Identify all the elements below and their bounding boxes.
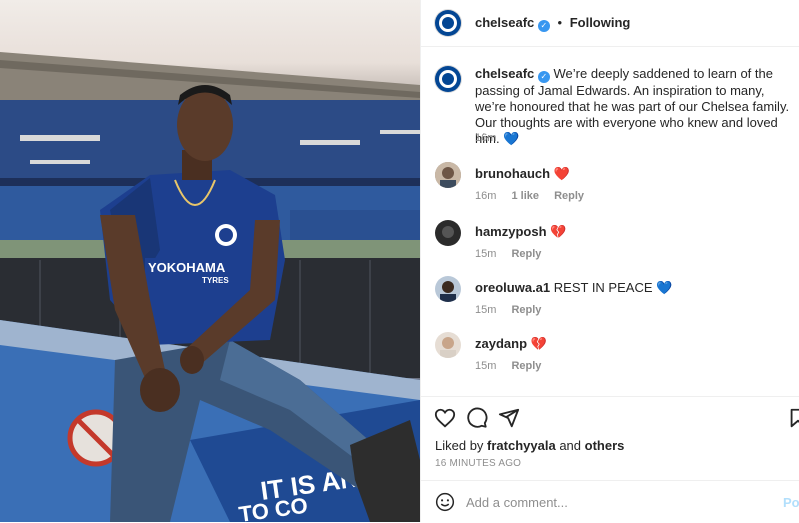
comment-item: oreoluwa.a1 REST IN PEACE 💙 15m Reply — [421, 276, 799, 326]
comment-line: hamzyposh 💔 — [475, 224, 566, 240]
chelsea-avatar[interactable] — [435, 10, 461, 36]
emoji-icon[interactable] — [435, 492, 455, 512]
comment-time[interactable]: 16m — [475, 190, 496, 202]
comment-text: 💔 — [530, 336, 547, 351]
likes-others[interactable]: others — [585, 438, 625, 453]
comment-input[interactable]: Add a comment... — [466, 495, 568, 510]
post-details-panel: chelseafc ✓ • Following chelseafc ✓ We’r… — [420, 0, 799, 522]
reply-button[interactable]: Reply — [554, 190, 584, 202]
comment-time[interactable]: 15m — [475, 360, 496, 372]
comment-text: REST IN PEACE 💙 — [553, 280, 673, 295]
reply-button[interactable]: Reply — [511, 304, 541, 316]
comment-meta: 15m Reply — [475, 360, 553, 372]
post-photo-art: IT IS AN TO CO YOKOHAMA TYRES — [0, 52, 420, 522]
sponsor-text: YOKOHAMA — [148, 260, 226, 275]
comment-line: brunohauch ❤️ — [475, 166, 570, 182]
header-separator: • — [557, 15, 563, 30]
sponsor-sub-text: TYRES — [202, 276, 229, 285]
reply-button[interactable]: Reply — [511, 360, 541, 372]
post-header: chelseafc ✓ • Following — [421, 0, 799, 47]
likes-user[interactable]: fratchyyala — [487, 438, 556, 453]
post-button[interactable]: Post — [783, 495, 799, 510]
add-comment-bar: Add a comment... Post — [421, 480, 799, 523]
commenter-avatar[interactable] — [435, 332, 461, 358]
share-icon[interactable] — [498, 407, 520, 429]
post-timestamp[interactable]: 16 MINUTES AGO — [435, 458, 521, 469]
comment-line: zaydanp 💔 — [475, 336, 547, 352]
comment-text: 💔 — [550, 224, 567, 239]
header-username[interactable]: chelseafc — [475, 15, 534, 30]
likes-summary: Liked by fratchyyala and others — [435, 438, 624, 453]
comment-item: hamzyposh 💔 15m Reply — [421, 220, 799, 270]
following-button[interactable]: Following — [570, 15, 631, 30]
caption-text-block: chelseafc ✓ We’re deeply saddened to lea… — [475, 66, 797, 147]
comment-item: brunohauch ❤️ 16m 1 like Reply — [421, 162, 799, 212]
comment-time[interactable]: 15m — [475, 248, 496, 260]
comment-username[interactable]: oreoluwa.a1 — [475, 280, 550, 295]
likes-and: and — [559, 438, 582, 453]
comment-username[interactable]: hamzyposh — [475, 224, 547, 239]
likes-prefix: Liked by — [435, 438, 484, 453]
commenter-avatar[interactable] — [435, 220, 461, 246]
caption-avatar[interactable] — [435, 66, 461, 92]
verified-icon: ✓ — [537, 71, 550, 83]
verified-icon: ✓ — [537, 20, 550, 32]
commenter-avatar[interactable] — [435, 276, 461, 302]
commenter-avatar[interactable] — [435, 162, 461, 188]
comment-meta: 15m Reply — [475, 304, 553, 316]
bookmark-icon[interactable] — [787, 407, 799, 429]
post-photo[interactable]: IT IS AN TO CO YOKOHAMA TYRES — [0, 0, 420, 522]
comment-text: ❤️ — [553, 166, 570, 181]
reply-button[interactable]: Reply — [511, 248, 541, 260]
heart-icon[interactable] — [434, 407, 456, 429]
action-bar — [421, 396, 799, 437]
comment-likes[interactable]: 1 like — [511, 190, 539, 202]
caption-username[interactable]: chelseafc — [475, 66, 534, 81]
comment-item: zaydanp 💔 15m Reply — [421, 332, 799, 382]
comment-icon[interactable] — [466, 407, 488, 429]
comment-meta: 15m Reply — [475, 248, 553, 260]
header-row: chelseafc ✓ • Following — [475, 15, 630, 32]
comment-username[interactable]: zaydanp — [475, 336, 527, 351]
comment-meta: 16m 1 like Reply — [475, 190, 596, 202]
comment-username[interactable]: brunohauch — [475, 166, 550, 181]
comment-line: oreoluwa.a1 REST IN PEACE 💙 — [475, 280, 672, 296]
caption-time[interactable]: 16m — [475, 132, 496, 144]
comment-time[interactable]: 15m — [475, 304, 496, 316]
